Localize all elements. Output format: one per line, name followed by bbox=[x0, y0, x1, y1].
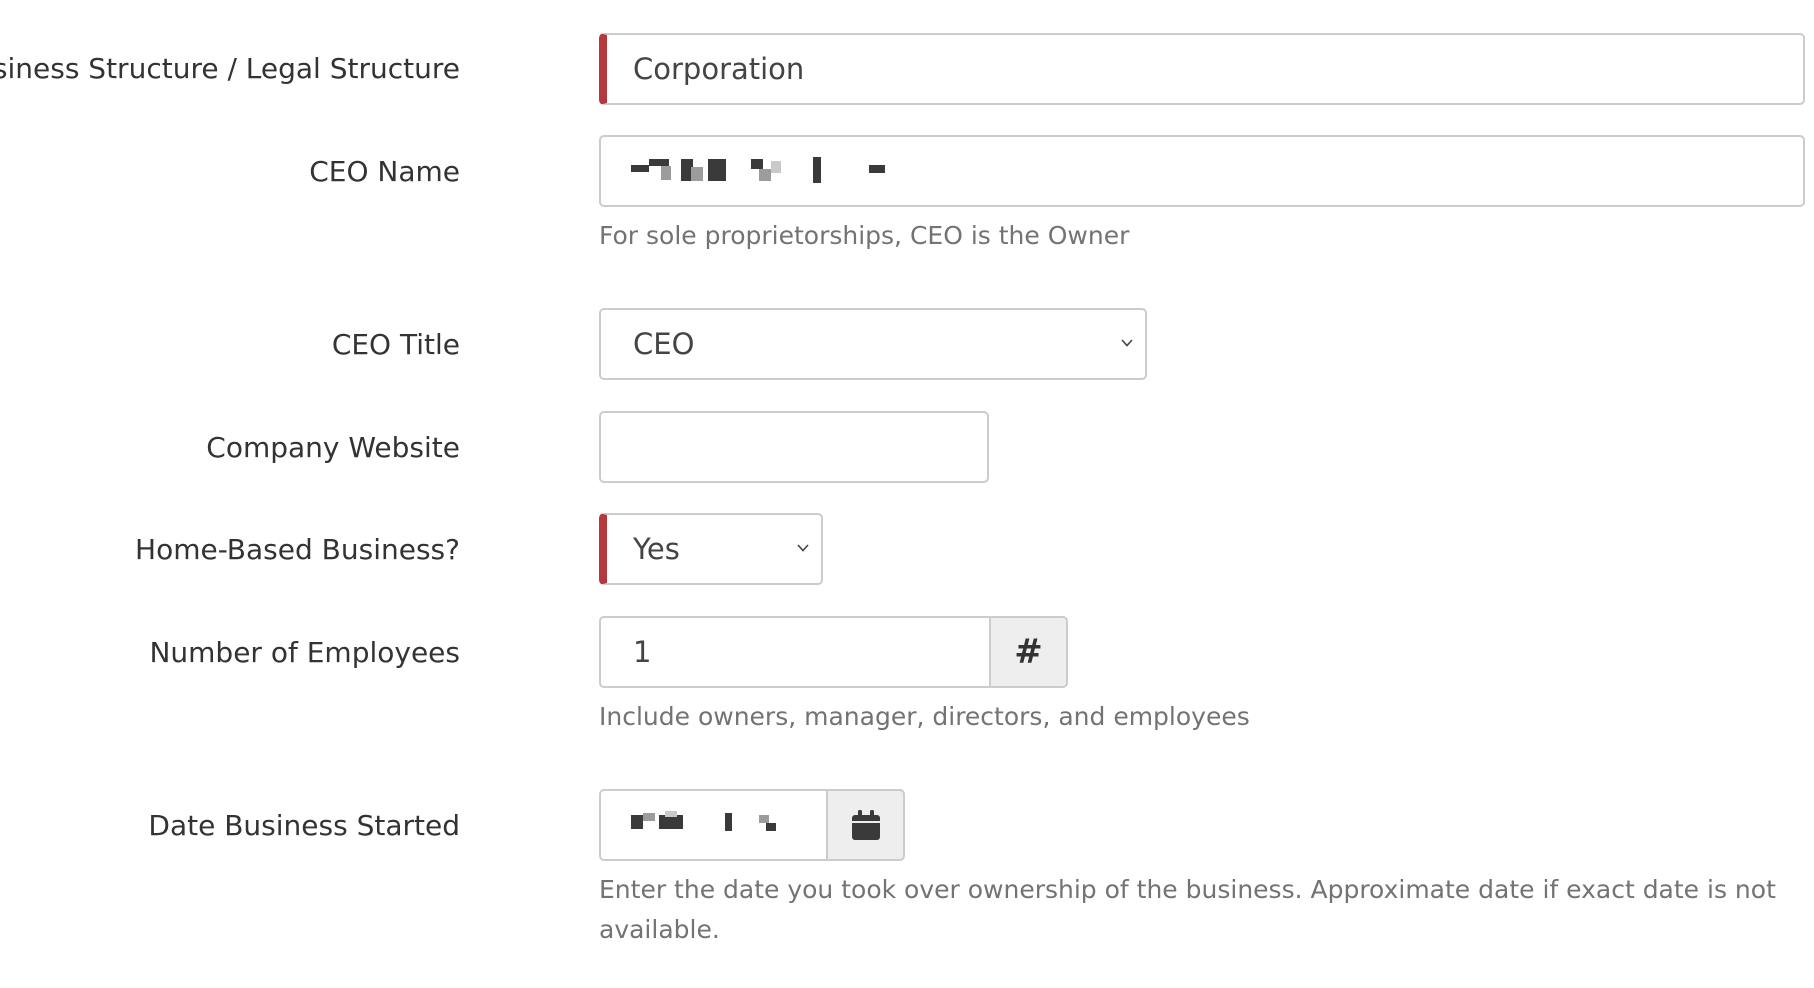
ceo-name-label: CEO Name bbox=[309, 155, 460, 188]
date-started-label: Date Business Started bbox=[148, 809, 460, 842]
ceo-name-input[interactable] bbox=[599, 135, 1805, 207]
company-website-input[interactable] bbox=[599, 411, 989, 483]
home-based-select[interactable]: Yes bbox=[599, 513, 823, 585]
employees-value: 1 bbox=[633, 635, 652, 669]
home-based-value: Yes bbox=[633, 532, 680, 566]
calendar-icon bbox=[851, 810, 880, 840]
employees-hash-addon: # bbox=[989, 616, 1068, 688]
chevron-down-icon bbox=[797, 544, 809, 552]
home-based-label: Home-Based Business? bbox=[135, 533, 460, 566]
employees-label: Number of Employees bbox=[149, 636, 460, 669]
calendar-button[interactable] bbox=[826, 789, 905, 861]
employees-help: Include owners, manager, directors, and … bbox=[599, 702, 1250, 731]
business-structure-label: Business Structure / Legal Structure bbox=[0, 52, 460, 85]
date-started-help: Enter the date you took over ownership o… bbox=[599, 875, 1776, 944]
ceo-title-value: CEO bbox=[633, 327, 695, 361]
company-website-label: Company Website bbox=[206, 431, 460, 464]
business-structure-field[interactable]: Corporation bbox=[599, 33, 1805, 105]
business-details-form: Business Structure / Legal Structure Cor… bbox=[0, 0, 1814, 988]
ceo-title-select[interactable]: CEO bbox=[599, 308, 1147, 380]
ceo-name-help: For sole proprietorships, CEO is the Own… bbox=[599, 221, 1130, 250]
chevron-down-icon bbox=[1121, 339, 1133, 347]
business-structure-value: Corporation bbox=[633, 52, 805, 86]
ceo-title-label: CEO Title bbox=[331, 328, 460, 361]
employees-input[interactable]: 1 bbox=[599, 616, 991, 688]
date-started-input[interactable] bbox=[599, 789, 828, 861]
